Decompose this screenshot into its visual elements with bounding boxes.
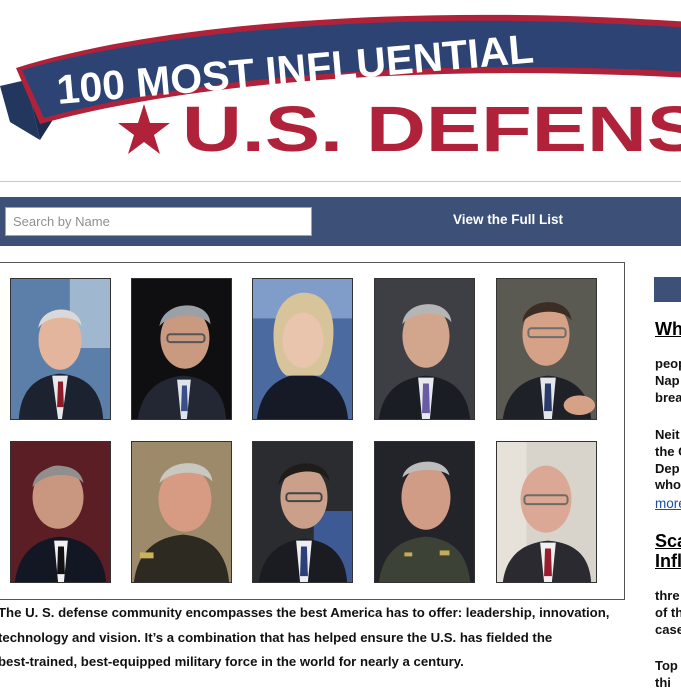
sidebar-text: Neitthe CDepwho: [655, 427, 681, 493]
sidebar-text: Top thi: [655, 658, 678, 690]
portrait-icon: [375, 442, 474, 582]
more-link[interactable]: more: [655, 496, 681, 511]
sidebar-text: peopNapbrea: [655, 356, 681, 405]
portrait-photo[interactable]: [131, 278, 232, 420]
portrait-icon: [11, 279, 110, 419]
sidebar-heading[interactable]: Infl: [655, 550, 681, 572]
banner-graphic: 100 MOST INFLUENTIAL U.S. DEFENS: [0, 14, 681, 165]
portrait-icon: [253, 279, 352, 419]
sidebar-text: thre of th case: [655, 588, 681, 637]
portrait-photo[interactable]: [374, 441, 475, 583]
portrait-photo[interactable]: [374, 278, 475, 420]
portrait-icon: [132, 279, 231, 419]
portrait-photo[interactable]: [252, 278, 353, 420]
portrait-icon: [11, 442, 110, 582]
portrait-icon: [497, 279, 596, 419]
sidebar-header-bar: [654, 277, 681, 302]
intro-line: best-trained, best-equipped military for…: [0, 654, 464, 669]
portrait-photo[interactable]: [10, 278, 111, 420]
intro-paragraph: The U. S. defense community encompasses …: [0, 601, 648, 675]
portrait-icon: [132, 442, 231, 582]
sidebar-heading[interactable]: Wh: [655, 318, 681, 340]
view-full-list-link[interactable]: View the Full List: [453, 212, 563, 227]
portrait-icon: [497, 442, 596, 582]
intro-line: technology and vision. It’s a combinatio…: [0, 629, 553, 645]
nav-bar: View the Full List: [0, 197, 681, 246]
portrait-photo[interactable]: [10, 441, 111, 583]
portrait-icon: [253, 442, 352, 582]
header-divider: [0, 181, 681, 182]
banner-headline: U.S. DEFENS: [182, 93, 681, 165]
sidebar-heading[interactable]: Sca: [655, 530, 681, 552]
search-input[interactable]: [5, 207, 312, 236]
portrait-photo[interactable]: [496, 278, 597, 420]
masthead-banner: 100 MOST INFLUENTIAL U.S. DEFENS: [0, 0, 681, 180]
portrait-photo[interactable]: [496, 441, 597, 583]
star-icon: [118, 104, 170, 154]
portrait-icon: [375, 279, 474, 419]
portrait-photo[interactable]: [252, 441, 353, 583]
intro-line: The U. S. defense community encompasses …: [0, 605, 610, 620]
portrait-photo[interactable]: [131, 441, 232, 583]
